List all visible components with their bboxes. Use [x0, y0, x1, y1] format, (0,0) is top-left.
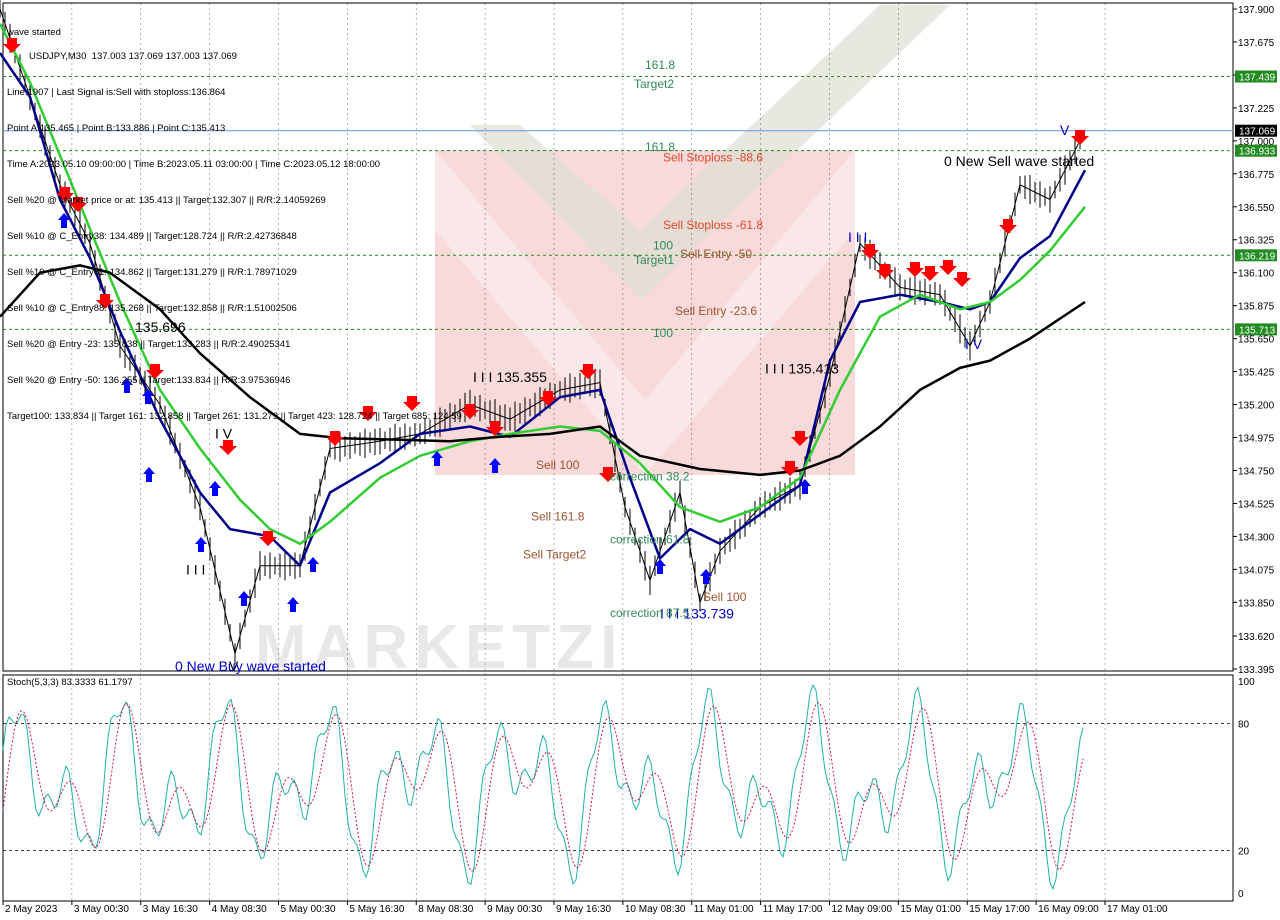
- info-line: Point A:135.465 | Point B:133.886 | Poin…: [7, 123, 226, 134]
- wave-label: 0 New Buy wave started: [175, 658, 326, 674]
- fib-label: Sell Target2: [523, 547, 586, 561]
- price-tick-label: 135.200: [1238, 401, 1275, 412]
- fib-label: Sell 100: [536, 458, 580, 472]
- price-badge-label: 137.439: [1239, 73, 1276, 84]
- price-badge-label: 136.219: [1239, 251, 1276, 262]
- time-tick-label: 10 May 08:30: [625, 904, 686, 915]
- price-axis: 137.900137.675137.450137.225137.000136.7…: [1233, 5, 1277, 676]
- price-tick-label: 133.850: [1238, 598, 1275, 609]
- fib-label: 100: [653, 238, 673, 252]
- info-line: Sell %10 @ C_Entry38: 134.489 || Target:…: [7, 231, 297, 242]
- symbol-line: USDJPY,M30 137.003 137.069 137.003 137.0…: [29, 51, 237, 62]
- stoch-level-label: 100: [1238, 677, 1255, 688]
- time-tick-label: 5 May 16:30: [349, 904, 404, 915]
- price-tick-label: 135.875: [1238, 302, 1275, 313]
- time-tick-label: 3 May 00:30: [74, 904, 129, 915]
- price-tick-label: 137.675: [1238, 38, 1275, 49]
- fib-label: correction 61.8: [610, 533, 690, 547]
- wave-label: I V: [965, 336, 983, 352]
- fib-label: Sell 161.8: [531, 509, 585, 523]
- time-tick-label: 5 May 00:30: [281, 904, 336, 915]
- price-tick-label: 137.225: [1238, 104, 1275, 115]
- status-line: wave started: [7, 27, 61, 38]
- price-tick-label: 136.325: [1238, 236, 1275, 247]
- info-line: Sell %20 @ Entry -50: 136.255 || Target:…: [7, 375, 291, 386]
- time-tick-label: 11 May 01:00: [694, 904, 754, 915]
- fib-label: 100: [653, 326, 673, 340]
- price-tick-label: 137.900: [1238, 5, 1275, 16]
- wave-label: I I I 135.413: [765, 360, 839, 376]
- price-tick-label: 136.550: [1238, 203, 1275, 214]
- fib-label: 161.8: [645, 58, 675, 72]
- info-line: Target100: 133.834 || Target 161: 132.85…: [7, 411, 462, 422]
- info-line: Sell %20 @ Market price or at: 135.413 |…: [7, 195, 326, 206]
- time-tick-label: 15 May 17:00: [969, 904, 1030, 915]
- time-tick-label: 11 May 17:00: [763, 904, 823, 915]
- stoch-level-label: 20: [1238, 847, 1250, 858]
- wave-label: I I I: [848, 229, 867, 245]
- wave-label: I I I: [186, 562, 205, 578]
- time-tick-label: 9 May 16:30: [556, 904, 611, 915]
- time-tick-label: 8 May 08:30: [418, 904, 473, 915]
- price-tick-label: 136.775: [1238, 170, 1275, 181]
- price-tick-label: 133.395: [1238, 665, 1275, 676]
- price-badge-label: 137.069: [1239, 127, 1276, 138]
- fib-label: Target2: [634, 77, 674, 91]
- fib-label: Sell Stoploss -88.6: [663, 150, 763, 164]
- price-badge-label: 135.713: [1239, 325, 1276, 336]
- wave-label: 0 New Sell wave started: [944, 153, 1094, 169]
- time-tick-label: 2 May 2023: [5, 904, 58, 915]
- fib-label: Sell 100: [703, 590, 747, 604]
- price-tick-label: 136.100: [1238, 269, 1275, 280]
- info-panel: wave started USDJPY,M30 137.003 137.069 …: [7, 3, 462, 435]
- fib-label: Sell Entry -50: [680, 247, 752, 261]
- info-line: Sell %10 @ C_Entry61: 134.862 || Target:…: [7, 267, 297, 278]
- stoch-level-label: 0: [1238, 889, 1244, 900]
- wave-label: I I I 135.355: [473, 369, 547, 385]
- fib-label: Sell Entry -23.6: [675, 304, 757, 318]
- stoch-level-label: 80: [1238, 719, 1250, 730]
- fib-label: correction 87.5: [610, 606, 690, 620]
- stoch-label: Stoch(5,3,3) 83.3333 61.1797: [7, 677, 133, 688]
- info-line: Sell %20 @ Entry -23: 135.838 || Target:…: [7, 339, 291, 350]
- fib-label: Target1: [634, 253, 674, 267]
- time-tick-label: 15 May 01:00: [900, 904, 961, 915]
- price-tick-label: 135.425: [1238, 368, 1275, 379]
- price-tick-label: 134.975: [1238, 434, 1275, 445]
- price-tick-label: 134.075: [1238, 565, 1275, 576]
- time-tick-label: 17 May 01:00: [1107, 904, 1168, 915]
- price-badge-label: 136.933: [1239, 147, 1276, 158]
- fib-label: correction 38.2: [610, 470, 690, 484]
- info-line: Sell %10 @ C_Entry88: 135.268 || Target:…: [7, 303, 297, 314]
- price-tick-label: 134.750: [1238, 467, 1275, 478]
- time-tick-label: 16 May 09:00: [1038, 904, 1099, 915]
- info-line: Time A:2023.05.10 09:00:00 | Time B:2023…: [7, 159, 381, 170]
- price-tick-label: 134.525: [1238, 500, 1275, 511]
- time-tick-label: 9 May 00:30: [487, 904, 542, 915]
- wave-label: V: [1060, 122, 1070, 138]
- time-tick-label: 12 May 09:00: [832, 904, 893, 915]
- price-tick-label: 133.620: [1238, 632, 1275, 643]
- time-tick-label: 3 May 16:30: [143, 904, 198, 915]
- price-tick-label: 134.300: [1238, 532, 1275, 543]
- fib-label: Sell Stoploss -61.8: [663, 218, 763, 232]
- time-tick-label: 4 May 08:30: [212, 904, 267, 915]
- info-line: Line:1907 | Last Signal is:Sell with sto…: [7, 87, 226, 98]
